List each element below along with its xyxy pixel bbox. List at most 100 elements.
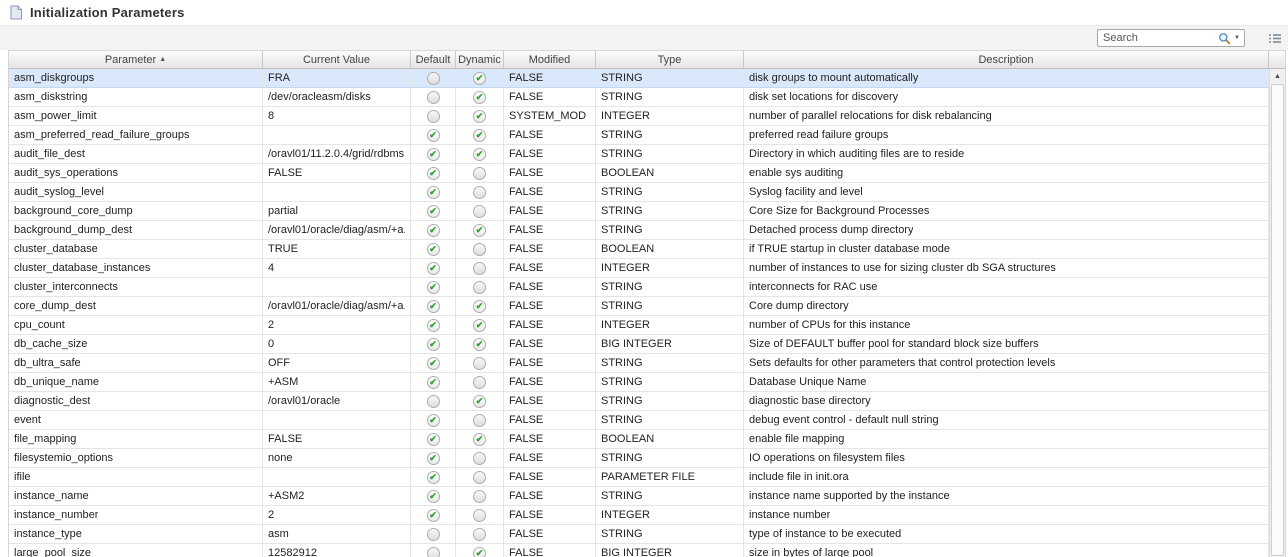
table-row[interactable]: file_mappingFALSE✔✔FALSEBOOLEANenable fi… <box>9 430 1269 449</box>
cell-modified: FALSE <box>504 316 596 334</box>
cell-value: +ASM2 <box>263 487 411 505</box>
cell-text: STRING <box>601 414 643 426</box>
cell-text: FALSE <box>509 129 543 141</box>
vertical-scrollbar[interactable]: ▲ <box>1269 69 1285 557</box>
checked-icon: ✔ <box>473 433 486 446</box>
cell-modified: FALSE <box>504 145 596 163</box>
search-input[interactable] <box>1098 32 1216 44</box>
cell-text: 12582912 <box>268 547 317 557</box>
table-row[interactable]: cluster_databaseTRUE✔FALSEBOOLEANif TRUE… <box>9 240 1269 259</box>
cell-default: ✔ <box>411 183 456 201</box>
cell-text: partial <box>268 205 298 217</box>
table-row[interactable]: cluster_interconnects✔FALSESTRINGinterco… <box>9 278 1269 297</box>
cell-type: PARAMETER FILE <box>596 468 744 486</box>
cell-text: none <box>268 452 292 464</box>
scroll-thumb[interactable] <box>1271 84 1284 556</box>
cell-text: audit_sys_operations <box>14 167 118 179</box>
cell-modified: FALSE <box>504 506 596 524</box>
table-row[interactable]: instance_number2✔FALSEINTEGERinstance nu… <box>9 506 1269 525</box>
table-row[interactable]: asm_preferred_read_failure_groups✔✔FALSE… <box>9 126 1269 145</box>
cell-text: 2 <box>268 319 274 331</box>
scroll-up-icon[interactable]: ▲ <box>1270 69 1285 83</box>
cell-modified: FALSE <box>504 164 596 182</box>
search-icon[interactable] <box>1218 32 1231 45</box>
table-row[interactable]: db_ultra_safeOFF✔FALSESTRINGSets default… <box>9 354 1269 373</box>
column-header-label: Default <box>416 54 451 66</box>
table-row[interactable]: cluster_database_instances4✔FALSEINTEGER… <box>9 259 1269 278</box>
cell-text: asm_diskstring <box>14 91 87 103</box>
cell-type: BOOLEAN <box>596 240 744 258</box>
cell-text: STRING <box>601 281 643 293</box>
cell-dynamic <box>456 506 504 524</box>
checked-icon: ✔ <box>427 338 440 351</box>
cell-param: file_mapping <box>9 430 263 448</box>
table-row[interactable]: ifile✔FALSEPARAMETER FILEinclude file in… <box>9 468 1269 487</box>
cell-text: PARAMETER FILE <box>601 471 695 483</box>
table-row[interactable]: diagnostic_dest/oravl01/oracle✔FALSESTRI… <box>9 392 1269 411</box>
cell-desc: debug event control - default null strin… <box>744 411 1269 429</box>
search-trigger[interactable]: ▼ <box>1216 32 1244 45</box>
cell-param: audit_sys_operations <box>9 164 263 182</box>
cell-text: interconnects for RAC use <box>749 281 877 293</box>
table-row[interactable]: background_dump_dest/oravl01/oracle/diag… <box>9 221 1269 240</box>
unchecked-icon <box>473 357 486 370</box>
cell-value <box>263 126 411 144</box>
cell-modified: FALSE <box>504 468 596 486</box>
chevron-down-icon[interactable]: ▼ <box>1234 35 1240 41</box>
table-row[interactable]: instance_name+ASM2✔FALSESTRINGinstance n… <box>9 487 1269 506</box>
cell-default: ✔ <box>411 126 456 144</box>
column-header-type[interactable]: Type <box>596 51 744 68</box>
table-row[interactable]: core_dump_dest/oravl01/oracle/diag/asm/+… <box>9 297 1269 316</box>
cell-default: ✔ <box>411 278 456 296</box>
column-chooser-icon[interactable] <box>1268 32 1282 45</box>
cell-dynamic <box>456 468 504 486</box>
cell-dynamic: ✔ <box>456 544 504 557</box>
column-header-value[interactable]: Current Value <box>263 51 411 68</box>
column-header-label: Type <box>658 54 682 66</box>
column-header-desc[interactable]: Description <box>744 51 1269 68</box>
column-header-dynamic[interactable]: Dynamic <box>456 51 504 68</box>
cell-desc: Sets defaults for other parameters that … <box>744 354 1269 372</box>
cell-text: FALSE <box>509 300 543 312</box>
table-row[interactable]: filesystemio_optionsnone✔FALSESTRINGIO o… <box>9 449 1269 468</box>
cell-text: FALSE <box>509 490 543 502</box>
column-header-default[interactable]: Default <box>411 51 456 68</box>
cell-desc: include file in init.ora <box>744 468 1269 486</box>
column-header-param[interactable]: Parameter▲ <box>9 51 263 68</box>
table-row[interactable]: audit_syslog_level✔FALSESTRINGSyslog fac… <box>9 183 1269 202</box>
table-row[interactable]: instance_typeasmFALSESTRINGtype of insta… <box>9 525 1269 544</box>
checked-icon: ✔ <box>473 300 486 313</box>
cell-text: db_ultra_safe <box>14 357 81 369</box>
table-row[interactable]: cpu_count2✔✔FALSEINTEGERnumber of CPUs f… <box>9 316 1269 335</box>
cell-value: FALSE <box>263 430 411 448</box>
table-row[interactable]: background_core_dumppartial✔FALSESTRINGC… <box>9 202 1269 221</box>
cell-modified: FALSE <box>504 430 596 448</box>
cell-default <box>411 525 456 543</box>
cell-value: OFF <box>263 354 411 372</box>
table-row[interactable]: asm_diskstring/dev/oracleasm/disks✔FALSE… <box>9 88 1269 107</box>
table-row[interactable]: audit_sys_operationsFALSE✔FALSEBOOLEANen… <box>9 164 1269 183</box>
cell-default <box>411 392 456 410</box>
cell-value <box>263 468 411 486</box>
cell-desc: Directory in which auditing files are to… <box>744 145 1269 163</box>
cell-modified: FALSE <box>504 354 596 372</box>
cell-dynamic: ✔ <box>456 145 504 163</box>
cell-modified: FALSE <box>504 240 596 258</box>
table-row[interactable]: db_unique_name+ASM✔FALSESTRINGDatabase U… <box>9 373 1269 392</box>
table-row[interactable]: event✔FALSESTRINGdebug event control - d… <box>9 411 1269 430</box>
checked-icon: ✔ <box>473 129 486 142</box>
cell-text: OFF <box>268 357 290 369</box>
toolbar: ▼ <box>0 25 1288 50</box>
checked-icon: ✔ <box>427 376 440 389</box>
table-row[interactable]: db_cache_size0✔✔FALSEBIG INTEGERSize of … <box>9 335 1269 354</box>
table-row[interactable]: audit_file_dest/oravl01/11.2.0.4/grid/rd… <box>9 145 1269 164</box>
cell-text: Detached process dump directory <box>749 224 913 236</box>
table-row[interactable]: large_pool_size12582912✔FALSEBIG INTEGER… <box>9 544 1269 557</box>
table-row[interactable]: asm_diskgroupsFRA✔FALSESTRINGdisk groups… <box>9 69 1269 88</box>
column-header-modified[interactable]: Modified <box>504 51 596 68</box>
cell-text: STRING <box>601 129 643 141</box>
table-row[interactable]: asm_power_limit8✔SYSTEM_MODINTEGERnumber… <box>9 107 1269 126</box>
cell-desc: Core Size for Background Processes <box>744 202 1269 220</box>
cell-modified: FALSE <box>504 183 596 201</box>
cell-text: /dev/oracleasm/disks <box>268 91 371 103</box>
